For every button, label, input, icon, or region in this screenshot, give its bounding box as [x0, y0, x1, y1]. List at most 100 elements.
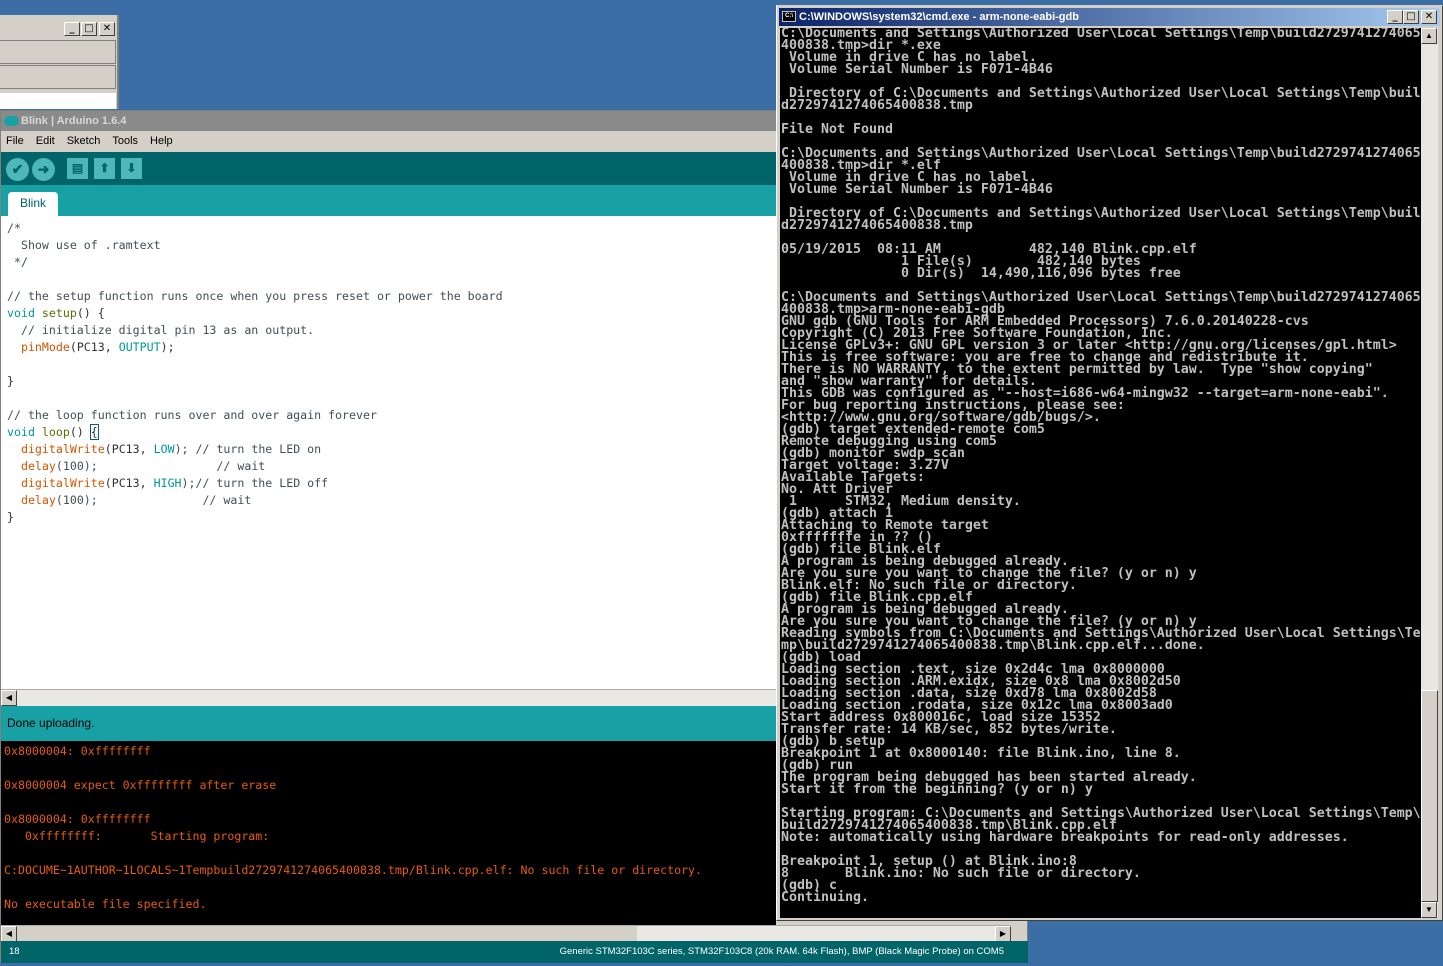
keyword: void	[7, 425, 35, 439]
scroll-track[interactable]	[637, 926, 995, 942]
menu-edit[interactable]: Edit	[36, 131, 55, 151]
new-file-button[interactable]: ▤	[67, 158, 88, 179]
scroll-thumb[interactable]	[1421, 690, 1438, 902]
menu-help[interactable]: Help	[150, 131, 173, 151]
open-up-arrow-button[interactable]: ⬆	[94, 158, 115, 179]
terminal-line: Volume Serial Number is F071-4B46	[781, 62, 1053, 77]
close-button[interactable]: ✕	[99, 22, 115, 36]
minimize-button[interactable]: _	[1387, 10, 1403, 24]
code-text: (PC13,	[69, 340, 119, 354]
panel	[0, 40, 116, 64]
constant: LOW	[153, 442, 175, 456]
text-cursor: {	[89, 424, 99, 440]
verify-check-button[interactable]: ✔	[6, 158, 29, 181]
terminal-line: (gdb) c	[781, 878, 837, 893]
terminal-line: Continuing.	[781, 890, 869, 905]
upload-arrow-button[interactable]: ➜	[32, 158, 55, 181]
terminal-line: Note: automatically using hardware break…	[781, 830, 1349, 845]
console-line: 0x8000004 expect 0xffffffff after erase	[4, 778, 277, 792]
code-line: */	[7, 255, 28, 269]
menu-file[interactable]: File	[6, 131, 24, 151]
panel	[0, 65, 116, 89]
arduino-logo-icon	[4, 116, 19, 126]
panel	[0, 93, 116, 109]
terminal-line: 0 Dir(s) 14,490,116,096 bytes free	[781, 266, 1181, 281]
terminal-line: File Not Found	[781, 122, 893, 137]
terminal-line: mp\build2729741274065400838.tmp\Blink.cp…	[781, 638, 1205, 653]
maximize-button[interactable]: □	[81, 22, 97, 36]
title-bar[interactable]: C:\ C:\WINDOWS\system32\cmd.exe - arm-no…	[779, 8, 1440, 26]
terminal-line: d2729741274065400838.tmp	[781, 218, 973, 233]
code-text: (PC13,	[104, 476, 154, 490]
code-line: // the loop function runs over and over …	[7, 408, 377, 422]
terminal-line: Start it from the beginning? (y or n) y	[781, 782, 1093, 797]
terminal-output[interactable]: C:\Documents and Settings\Authorized Use…	[780, 28, 1422, 918]
window-title: Blink | Arduino 1.6.4	[21, 115, 127, 127]
code-text: ()	[69, 425, 91, 439]
maximize-button[interactable]: □	[1403, 10, 1419, 24]
console-horizontal-scrollbar[interactable]: ◀ ▶	[1, 925, 1011, 942]
window-title: C:\WINDOWS\system32\cmd.exe - arm-none-e…	[799, 11, 1079, 23]
console-output: 0x8000004: 0xffffffff 0x8000004 expect 0x…	[1, 741, 776, 925]
verify-check-icon: ✔	[11, 161, 24, 177]
constant: HIGH	[153, 476, 182, 490]
function-name: delay	[20, 459, 56, 473]
function-name: loop	[41, 425, 70, 439]
terminal-line: Breakpoint 1 at 0x8000140: file Blink.in…	[781, 746, 1181, 761]
code-text: );	[160, 340, 175, 354]
function-name: delay	[20, 493, 56, 507]
console-line: C:DOCUME~1AUTHOR~1LOCALS~1Tempbuild27297…	[4, 863, 703, 877]
code-line: /*	[7, 221, 21, 235]
cmd-icon: C:\	[782, 11, 796, 22]
menu-tools[interactable]: Tools	[112, 131, 138, 151]
save-down-arrow-icon: ⬇	[126, 161, 137, 175]
scroll-left-icon[interactable]: ◀	[1, 690, 17, 706]
code-line: Show use of .ramtext	[7, 238, 161, 252]
close-button[interactable]: ✕	[1421, 10, 1437, 24]
menu-sketch[interactable]: Sketch	[67, 131, 101, 151]
function-name: pinMode	[20, 340, 70, 354]
status-message: Done uploading.	[1, 706, 776, 741]
console-line: No executable file specified.	[4, 897, 207, 911]
code-line: // the setup function runs once when you…	[7, 289, 503, 303]
upload-arrow-icon: ➜	[37, 161, 50, 177]
scroll-down-icon[interactable]: ▼	[1421, 902, 1437, 918]
scroll-up-icon[interactable]: ▲	[1421, 28, 1437, 44]
keyword: void	[7, 306, 35, 320]
code-text: }	[7, 374, 14, 388]
scroll-right-icon[interactable]: ▶	[995, 926, 1011, 942]
save-down-arrow-button[interactable]: ⬇	[121, 158, 142, 179]
code-text: () {	[76, 306, 105, 320]
scroll-left-icon[interactable]: ◀	[1, 926, 17, 942]
cmd-window: C:\ C:\WINDOWS\system32\cmd.exe - arm-no…	[776, 5, 1443, 921]
code-text: );// turn the LED off	[181, 476, 329, 490]
terminal-line: Volume Serial Number is F071-4B46	[781, 182, 1053, 197]
function-name: digitalWrite	[20, 442, 105, 456]
code-line: // initialize digital pin 13 as an outpu…	[7, 323, 315, 337]
function-name: setup	[41, 306, 77, 320]
bottom-status-bar: 18 Generic STM32F103C series, STM32F103C…	[1, 941, 1028, 963]
tab-blink[interactable]: Blink	[8, 192, 58, 216]
code-editor[interactable]: /* Show use of .ramtext */ // the setup …	[1, 216, 776, 689]
code-text: }	[7, 510, 14, 524]
board-info: Generic STM32F103C series, STM32F103C8 (…	[559, 946, 1004, 957]
line-number: 18	[9, 946, 20, 957]
terminal-line: 8 Blink.ino: No such file or directory.	[781, 866, 1141, 881]
constant: OUTPUT	[118, 340, 161, 354]
terminal-vertical-scrollbar[interactable]: ▲ ▼	[1421, 28, 1438, 918]
minimize-button[interactable]: _	[64, 22, 80, 36]
function-name: digitalWrite	[20, 476, 105, 490]
open-up-arrow-icon: ⬆	[99, 161, 110, 175]
code-text: (100); // wait	[55, 459, 266, 473]
editor-horizontal-scrollbar[interactable]: ◀	[1, 689, 776, 706]
console-line: 0x8000004: 0xffffffff	[4, 744, 151, 758]
code-text: (PC13,	[104, 442, 154, 456]
code-text: (100); // wait	[55, 493, 252, 507]
console-line: 0x8000004: 0xffffffff	[4, 812, 151, 826]
code-text: ); // turn the LED on	[174, 442, 322, 456]
background-window: _ □ ✕	[0, 15, 119, 109]
